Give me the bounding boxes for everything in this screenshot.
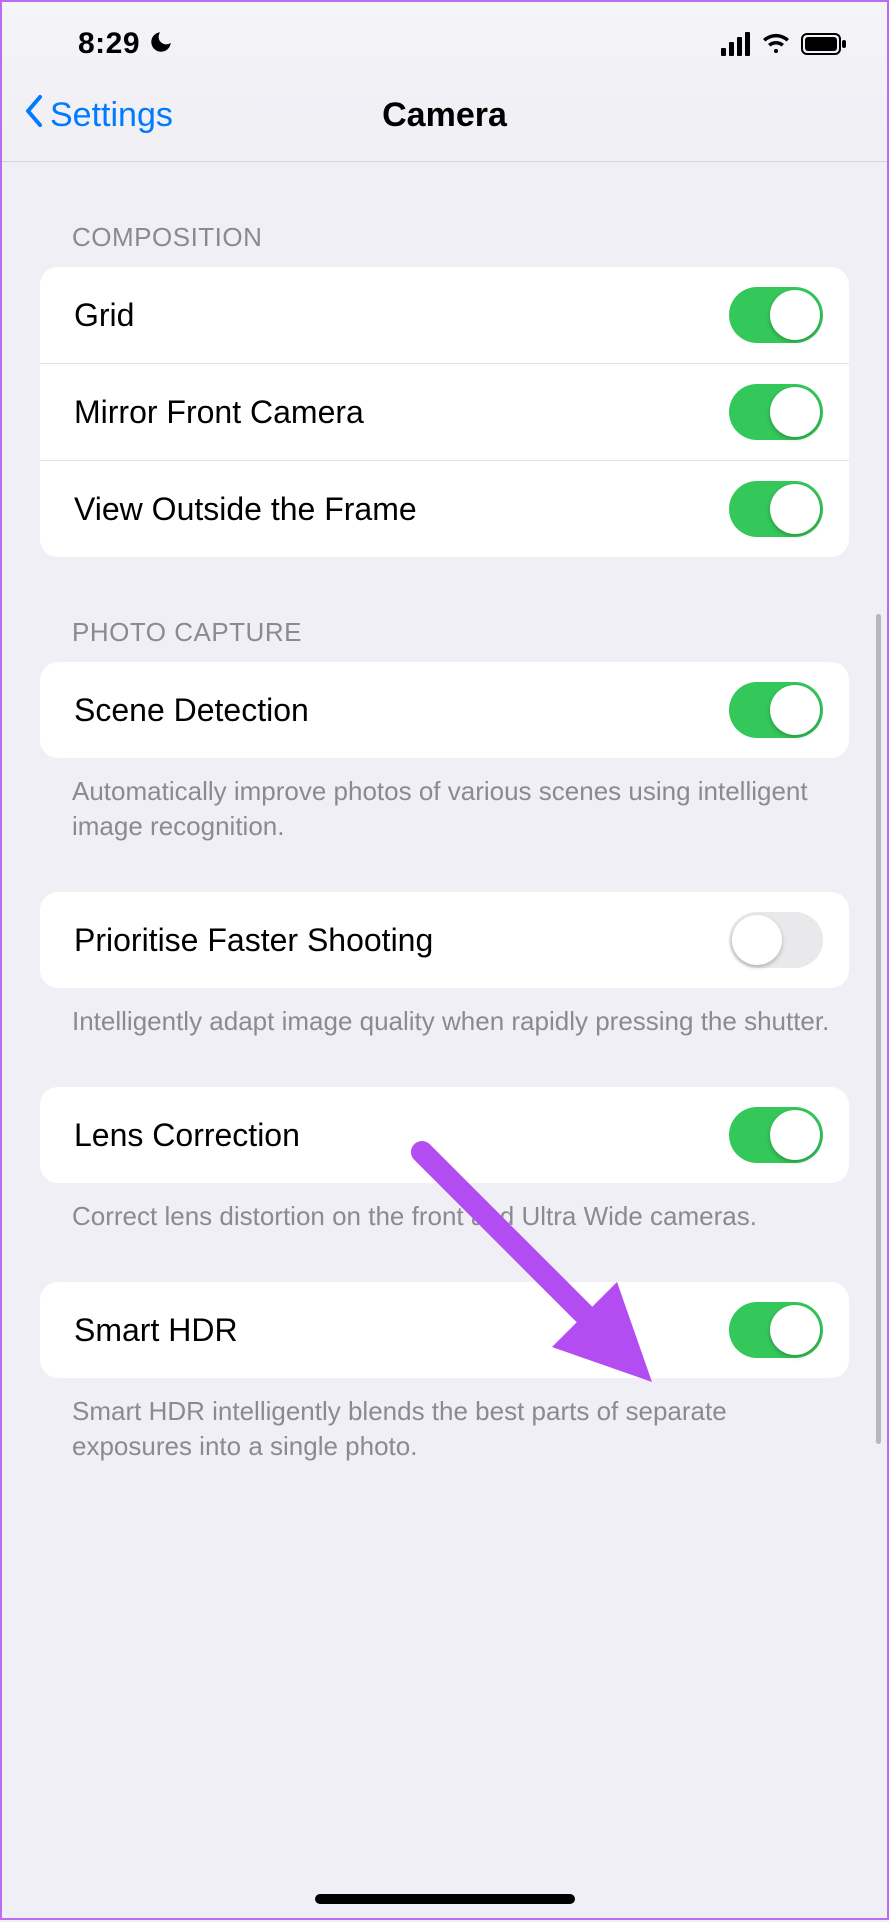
- group-smart-hdr: Smart HDR: [40, 1282, 849, 1378]
- row-label: Smart HDR: [74, 1312, 238, 1349]
- toggle-prioritise-faster-shooting[interactable]: [729, 912, 823, 968]
- row-label: Scene Detection: [74, 692, 309, 729]
- row-label: Prioritise Faster Shooting: [74, 922, 433, 959]
- content-scroll[interactable]: COMPOSITION Grid Mirror Front Camera Vie…: [2, 162, 887, 1922]
- row-smart-hdr: Smart HDR: [40, 1282, 849, 1378]
- back-button[interactable]: Settings: [22, 93, 173, 138]
- footer-scene-detection: Automatically improve photos of various …: [2, 758, 887, 844]
- status-time: 8:29: [78, 27, 140, 61]
- toggle-lens-correction[interactable]: [729, 1107, 823, 1163]
- toggle-grid[interactable]: [729, 287, 823, 343]
- toggle-view-outside-frame[interactable]: [729, 481, 823, 537]
- toggle-mirror-front-camera[interactable]: [729, 384, 823, 440]
- wifi-icon: [761, 32, 791, 56]
- row-label: Grid: [74, 297, 134, 334]
- status-right: [721, 32, 847, 56]
- footer-prioritise-faster-shooting: Intelligently adapt image quality when r…: [2, 988, 887, 1039]
- row-label: Lens Correction: [74, 1117, 300, 1154]
- group-composition: Grid Mirror Front Camera View Outside th…: [40, 267, 849, 557]
- group-prioritise-faster-shooting: Prioritise Faster Shooting: [40, 892, 849, 988]
- row-prioritise-faster-shooting: Prioritise Faster Shooting: [40, 892, 849, 988]
- row-scene-detection: Scene Detection: [40, 662, 849, 758]
- battery-icon: [801, 32, 847, 56]
- toggle-scene-detection[interactable]: [729, 682, 823, 738]
- section-header-photo-capture: PHOTO CAPTURE: [2, 557, 887, 662]
- navigation-bar: Settings Camera: [2, 76, 887, 162]
- row-label: Mirror Front Camera: [74, 394, 364, 431]
- row-mirror-front-camera: Mirror Front Camera: [40, 363, 849, 460]
- chevron-left-icon: [22, 93, 46, 138]
- footer-smart-hdr: Smart HDR intelligently blends the best …: [2, 1378, 887, 1464]
- section-header-composition: COMPOSITION: [2, 162, 887, 267]
- row-grid: Grid: [40, 267, 849, 363]
- status-left: 8:29: [78, 27, 174, 61]
- group-lens-correction: Lens Correction: [40, 1087, 849, 1183]
- group-scene-detection: Scene Detection: [40, 662, 849, 758]
- row-label: View Outside the Frame: [74, 491, 417, 528]
- row-lens-correction: Lens Correction: [40, 1087, 849, 1183]
- status-bar: 8:29: [2, 2, 887, 76]
- do-not-disturb-icon: [148, 29, 174, 60]
- row-view-outside-frame: View Outside the Frame: [40, 460, 849, 557]
- cellular-signal-icon: [721, 32, 751, 56]
- footer-lens-correction: Correct lens distortion on the front and…: [2, 1183, 887, 1234]
- back-label: Settings: [50, 96, 173, 135]
- toggle-smart-hdr[interactable]: [729, 1302, 823, 1358]
- home-indicator[interactable]: [315, 1894, 575, 1904]
- scroll-indicator[interactable]: [876, 614, 881, 1444]
